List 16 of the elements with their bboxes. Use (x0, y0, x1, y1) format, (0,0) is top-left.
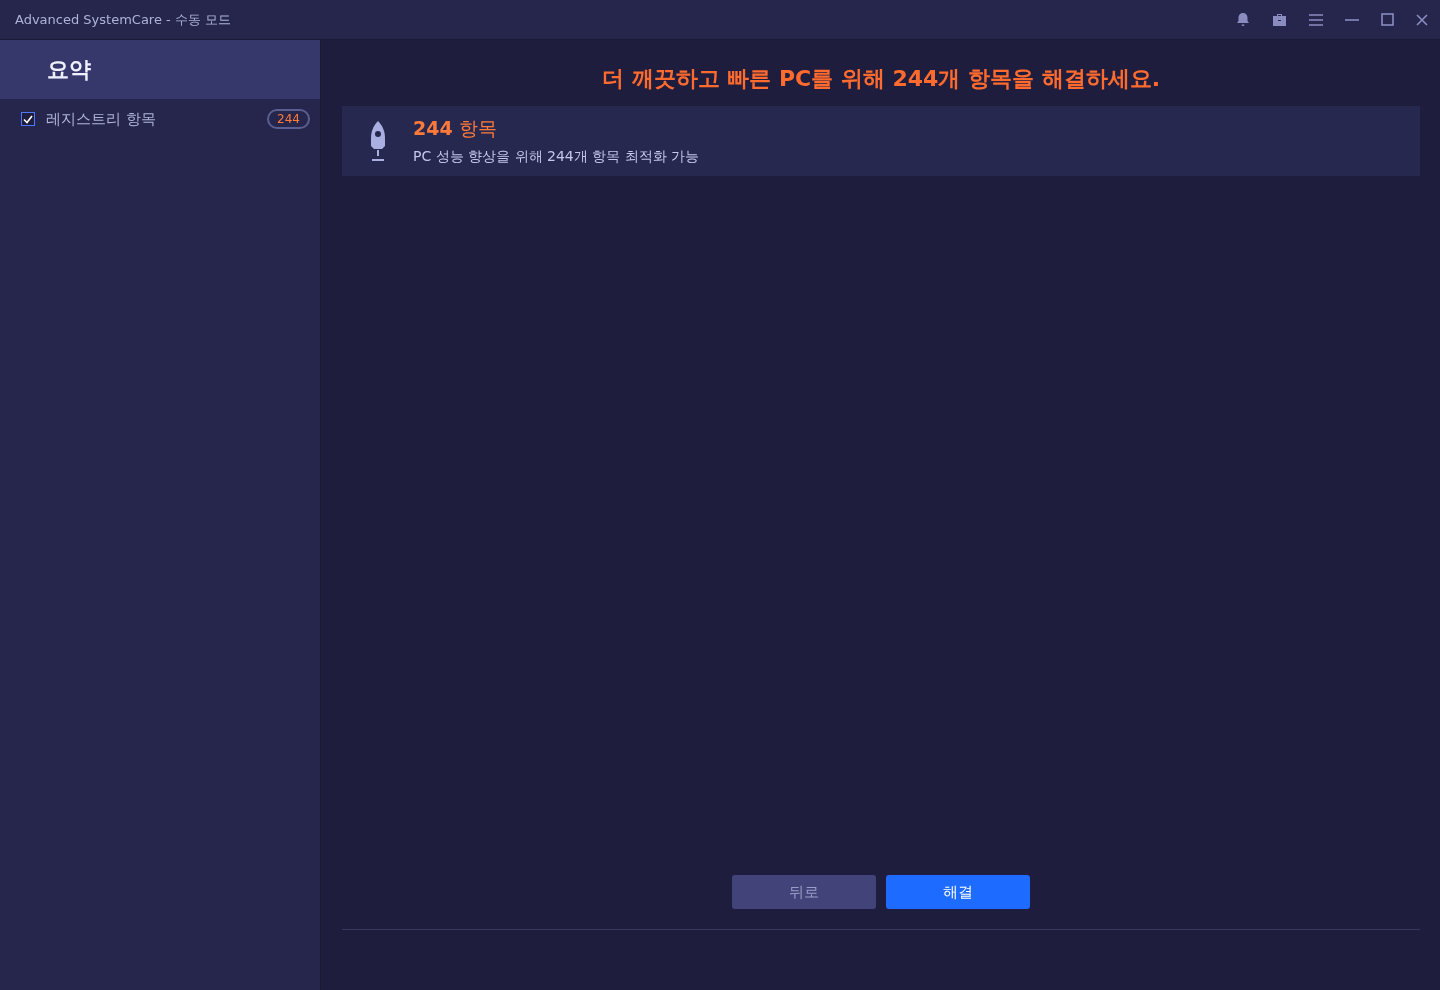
maximize-icon[interactable] (1381, 13, 1394, 26)
back-button[interactable]: 뒤로 (732, 875, 876, 909)
minimize-icon[interactable] (1345, 18, 1359, 21)
window-title: Advanced SystemCare - 수동 모드 (15, 10, 231, 29)
close-icon[interactable] (1416, 13, 1428, 26)
fix-button[interactable]: 해결 (886, 875, 1030, 909)
sidebar-heading: 요약 (0, 40, 320, 99)
result-title: 244 항목 (413, 116, 498, 141)
checkbox[interactable] (21, 112, 35, 126)
sidebar-item-label: 레지스트리 항목 (46, 109, 157, 129)
briefcase-icon[interactable] (1272, 12, 1287, 27)
bell-icon[interactable] (1236, 12, 1250, 27)
menu-icon[interactable] (1309, 13, 1323, 26)
count-badge: 244 (267, 109, 310, 129)
headline: 더 깨끗하고 빠른 PC를 위해 244개 항목을 해결하세요. (600, 65, 1162, 93)
result-description: PC 성능 향상을 위해 244개 항목 최적화 가능 (413, 148, 700, 166)
